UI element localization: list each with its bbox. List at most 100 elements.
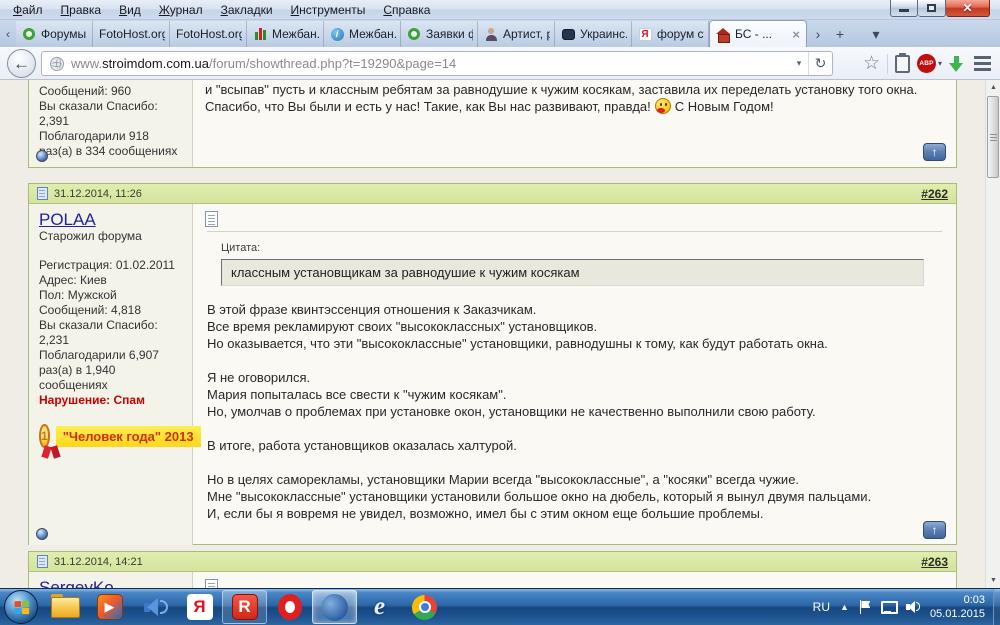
user-panel: Сообщений: 960 Вы сказали Спасибо: 2,391… <box>29 80 193 167</box>
tab-ukrains[interactable]: Украинс... <box>555 21 632 47</box>
speaker-icon[interactable] <box>906 600 920 614</box>
scrollbar-up-icon[interactable]: ▲ <box>986 80 1000 95</box>
post-text-line: Но, умолчав о проблемах при установке ок… <box>207 403 940 420</box>
firefox-menubar: Файл Правка Вид Журнал Закладки Инструме… <box>0 0 1000 20</box>
tab-close-icon[interactable]: × <box>790 27 802 42</box>
online-status-icon <box>36 150 48 162</box>
urlbar-buttons: ▾ ↻ <box>790 52 832 75</box>
show-desktop-button[interactable] <box>993 589 1000 625</box>
post-date: 31.12.2014, 11:26 <box>54 188 142 200</box>
yandex-icon: Я <box>187 594 213 620</box>
minimize-button[interactable] <box>890 0 918 17</box>
back-arrow-icon: ← <box>13 54 30 74</box>
new-tab-button[interactable]: + <box>829 21 851 47</box>
bookmark-star-icon[interactable]: ☆ <box>863 54 880 74</box>
scrollbar-thumb[interactable] <box>987 96 999 178</box>
site-identity-globe-icon[interactable] <box>50 57 64 71</box>
clipboard-icon[interactable] <box>895 55 910 73</box>
user-info-line: Поблагодарили 6,907 раз(а) в 1,940 сообщ… <box>39 348 182 393</box>
tab-bs-active[interactable]: БС - ... × <box>709 20 807 47</box>
menu-view[interactable]: Вид <box>110 1 150 19</box>
scroll-tabs-right-button[interactable]: › <box>807 21 829 47</box>
post-text-line <box>207 352 940 369</box>
action-center-flag-icon[interactable] <box>859 600 871 614</box>
taskbar-chrome-button[interactable] <box>402 590 447 624</box>
start-button[interactable] <box>4 590 38 624</box>
download-manager-icon[interactable] <box>949 55 964 73</box>
username-link[interactable]: SergeyKo <box>39 580 114 588</box>
award-badge: 1 "Человек года" 2013 <box>39 424 182 448</box>
menu-tools[interactable]: Инструменты <box>282 1 375 19</box>
menu-file[interactable]: Файл <box>4 1 52 19</box>
tray-date: 05.01.2015 <box>930 607 985 621</box>
post-text-line: Спасибо, что Вы были и есть у нас! Такие… <box>205 98 944 115</box>
tab-forum-st[interactable]: Я форум ст... <box>632 21 709 47</box>
post-text-line: Я не оговорился. <box>207 369 940 386</box>
menu-history[interactable]: Журнал <box>150 1 212 19</box>
taskbar-volume-app-button[interactable] <box>132 590 177 624</box>
taskbar-ie-button[interactable]: e <box>357 590 402 624</box>
taskbar-mediaplayer-button[interactable]: ▶ <box>87 590 132 624</box>
volume-app-icon <box>142 596 168 618</box>
post-header: 31.12.2014, 11:26 #262 <box>29 184 956 204</box>
user-info-line: Адрес: Киев <box>39 273 182 288</box>
tab-zayavki[interactable]: Заявки ф... <box>401 21 478 47</box>
menu-edit[interactable]: Правка <box>52 1 111 19</box>
adblock-icon: ABP <box>917 54 936 73</box>
tray-time: 0:03 <box>930 593 985 607</box>
menu-help[interactable]: Справка <box>374 1 439 19</box>
reload-icon[interactable]: ↻ <box>808 52 832 75</box>
menu-bookmarks[interactable]: Закладки <box>212 1 282 19</box>
forum-page: Сообщений: 960 Вы сказали Спасибо: 2,391… <box>0 80 985 588</box>
tab-forums[interactable]: Форумы ... <box>16 21 93 47</box>
taskbar-r-app-button[interactable]: R <box>222 590 267 624</box>
adblock-button[interactable]: ABP ▾ <box>917 54 942 73</box>
post-number-link[interactable]: #263 <box>921 555 948 569</box>
network-icon[interactable] <box>881 601 896 614</box>
post-number-link[interactable]: #262 <box>921 187 948 201</box>
user-panel: SergeyKo <box>29 572 193 588</box>
tab-fotohost-1[interactable]: FotoHost.org <box>93 21 170 47</box>
taskbar-explorer-button[interactable] <box>42 590 87 624</box>
scroll-to-top-button[interactable]: ↑ <box>923 521 946 539</box>
scroll-to-top-button[interactable]: ↑ <box>923 143 946 161</box>
taskbar-opera-button[interactable] <box>267 590 312 624</box>
forum-favicon <box>22 27 36 41</box>
back-button[interactable]: ← <box>7 49 36 78</box>
username-link[interactable]: POLAA <box>39 212 96 227</box>
tab-fotohost-2[interactable]: FotoHost.org <box>170 21 247 47</box>
clock[interactable]: 0:03 05.01.2015 <box>930 593 985 621</box>
scroll-tabs-left-button[interactable]: ‹ <box>0 20 16 47</box>
tab-bar: ‹ Форумы ... FotoHost.org FotoHost.org М… <box>0 20 1000 47</box>
user-panel: POLAA Старожил форума Регистрация: 01.02… <box>29 204 193 545</box>
quote-label: Цитата: <box>221 240 944 257</box>
language-indicator[interactable]: RU <box>813 600 830 614</box>
scrollbar-down-icon[interactable]: ▼ <box>986 573 1000 588</box>
restore-button[interactable] <box>918 0 946 17</box>
menu-hamburger-icon[interactable] <box>971 54 994 73</box>
person-favicon <box>484 27 498 41</box>
post-type-icon <box>205 579 218 588</box>
post-text-line: В итоге, работа установщиков оказалась х… <box>207 437 940 454</box>
page-scrollbar[interactable]: ▲ ▼ <box>985 80 1000 588</box>
taskbar-yandex-button[interactable]: Я <box>177 590 222 624</box>
post-text-line <box>207 420 940 437</box>
windows-logo-icon <box>14 600 29 614</box>
list-all-tabs-button[interactable]: ▾ <box>865 21 887 47</box>
window-controls: ✕ <box>890 0 990 17</box>
award-label: "Человек года" 2013 <box>56 426 201 447</box>
close-button[interactable]: ✕ <box>946 0 990 17</box>
toolbar-icons: ☆ ABP ▾ <box>863 50 994 77</box>
tab-mezhban-2[interactable]: i Межбан... <box>324 21 401 47</box>
tab-artist[interactable]: Артист, р... <box>478 21 555 47</box>
url-bar[interactable]: www.stroimdom.com.ua/forum/showthread.ph… <box>41 51 833 76</box>
show-hidden-icons-chevron[interactable]: ▲ <box>840 602 849 612</box>
chart-favicon <box>253 28 267 40</box>
medal-icon: 1 <box>39 424 50 448</box>
history-dropdown-icon[interactable]: ▾ <box>790 58 808 69</box>
user-info-line: Вы сказали Спасибо: 2,231 <box>39 318 182 348</box>
tab-mezhban-1[interactable]: Межбан... <box>247 21 324 47</box>
system-tray: RU ▲ 0:03 05.01.2015 <box>813 593 993 621</box>
violation-label: Нарушение: Спам <box>39 393 182 408</box>
taskbar-firefox-button[interactable] <box>312 590 357 624</box>
